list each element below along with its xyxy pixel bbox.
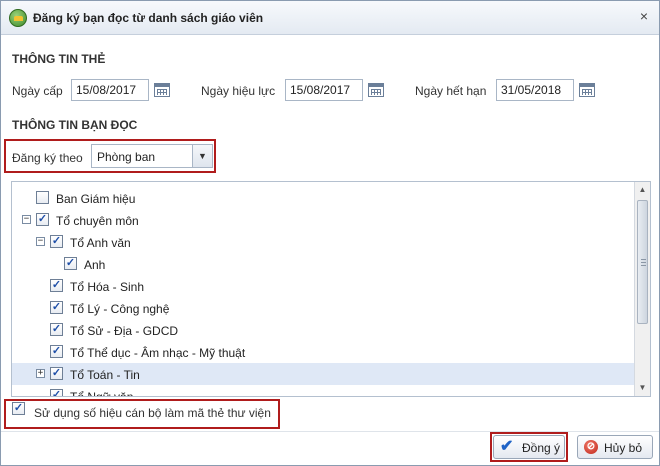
close-button[interactable]: ×: [637, 9, 651, 23]
scroll-down-icon[interactable]: ▼: [635, 380, 650, 396]
register-by-value: Phòng ban: [97, 150, 156, 164]
calendar-icon[interactable]: [579, 83, 595, 97]
ok-button[interactable]: ✔ Đồng ý: [493, 435, 565, 459]
tree-row[interactable]: + ✓ Tổ Toán - Tin: [12, 363, 635, 385]
tree-row[interactable]: ✓ Tổ Sử - Địa - GDCD: [12, 319, 635, 341]
use-staff-id-checkbox[interactable]: ✓: [12, 402, 25, 415]
tree-node-checkbox[interactable]: ✓: [50, 279, 63, 292]
app-icon: [9, 9, 27, 27]
expand-icon[interactable]: +: [36, 369, 45, 378]
department-tree[interactable]: Ban Giám hiệu − ✓ Tổ chuyên môn − ✓ Tổ Anh văn…: [11, 181, 651, 397]
calendar-icon[interactable]: [154, 83, 170, 97]
tree-node-label: Tổ Thể dục - Âm nhạc - Mỹ thuật: [70, 346, 246, 360]
expiry-date-label: Ngày hết hạn: [415, 84, 487, 98]
tree-node-checkbox[interactable]: ✓: [36, 213, 49, 226]
reader-info-heading: THÔNG TIN BẠN ĐỌC: [12, 118, 138, 132]
tree-node-label: Tổ Anh văn: [70, 236, 131, 250]
scrollbar-thumb[interactable]: [637, 200, 648, 324]
title-bar: Đăng ký bạn đọc từ danh sách giáo viên ×: [1, 1, 659, 35]
tree-node-label: Tổ Lý - Công nghệ: [70, 302, 170, 316]
register-by-label: Đăng ký theo: [12, 151, 83, 165]
chevron-down-icon[interactable]: ▼: [192, 145, 212, 167]
check-icon: ✔: [500, 438, 514, 455]
use-staff-id-label: Sử dụng số hiệu cán bộ làm mã thẻ thư vi…: [34, 406, 271, 420]
tree-row[interactable]: ✓ Tổ Lý - Công nghệ: [12, 297, 635, 319]
collapse-icon[interactable]: −: [22, 215, 31, 224]
tree-node-checkbox[interactable]: [36, 191, 49, 204]
tree-row[interactable]: Ban Giám hiệu: [12, 187, 635, 209]
tree-row[interactable]: ✓ Tổ Ngữ văn: [12, 385, 635, 397]
tree-node-checkbox[interactable]: ✓: [50, 301, 63, 314]
tree-row[interactable]: − ✓ Tổ Anh văn: [12, 231, 635, 253]
effective-date-input[interactable]: [285, 79, 363, 101]
tree-node-checkbox[interactable]: ✓: [50, 235, 63, 248]
tree-node-label: Tổ Sử - Địa - GDCD: [70, 324, 179, 338]
collapse-icon[interactable]: −: [36, 237, 45, 246]
tree-node-checkbox[interactable]: ✓: [50, 345, 63, 358]
tree-node-checkbox[interactable]: ✓: [64, 257, 77, 270]
cancel-icon: ⊘: [584, 440, 598, 454]
register-readers-dialog: Đăng ký bạn đọc từ danh sách giáo viên ×…: [0, 0, 660, 466]
issue-date-label: Ngày cấp: [12, 84, 63, 98]
calendar-icon[interactable]: [368, 83, 384, 97]
window-title: Đăng ký bạn đọc từ danh sách giáo viên: [33, 11, 264, 25]
tree-scrollbar[interactable]: ▲ ▼: [634, 182, 650, 396]
tree-node-label: Tổ Toán - Tin: [70, 368, 140, 382]
tree-node-checkbox[interactable]: ✓: [50, 323, 63, 336]
card-info-heading: THÔNG TIN THẺ: [12, 52, 106, 66]
expiry-date-input[interactable]: [496, 79, 574, 101]
tree-row[interactable]: ✓ Anh: [12, 253, 635, 275]
tree-node-label: Tổ Hóa - Sinh: [70, 280, 145, 294]
tree-node-checkbox[interactable]: ✓: [50, 367, 63, 380]
register-by-select[interactable]: Phòng ban ▼: [91, 144, 213, 168]
tree-row[interactable]: ✓ Tổ Hóa - Sinh: [12, 275, 635, 297]
cancel-button[interactable]: ⊘ Hủy bỏ: [577, 435, 653, 459]
scroll-up-icon[interactable]: ▲: [635, 182, 650, 198]
effective-date-label: Ngày hiệu lực: [201, 84, 276, 98]
tree-node-label: Ban Giám hiệu: [56, 192, 136, 206]
tree-row[interactable]: ✓ Tổ Thể dục - Âm nhạc - Mỹ thuật: [12, 341, 635, 363]
tree-node-checkbox[interactable]: ✓: [50, 389, 63, 396]
tree-node-label: Tổ chuyên môn: [56, 214, 139, 228]
tree-row[interactable]: − ✓ Tổ chuyên môn: [12, 209, 635, 231]
tree-node-label: Anh: [84, 258, 106, 272]
cancel-label: Hủy bỏ: [604, 441, 643, 455]
tree-node-label: Tổ Ngữ văn: [70, 390, 134, 397]
issue-date-input[interactable]: [71, 79, 149, 101]
ok-label: Đồng ý: [522, 441, 561, 455]
